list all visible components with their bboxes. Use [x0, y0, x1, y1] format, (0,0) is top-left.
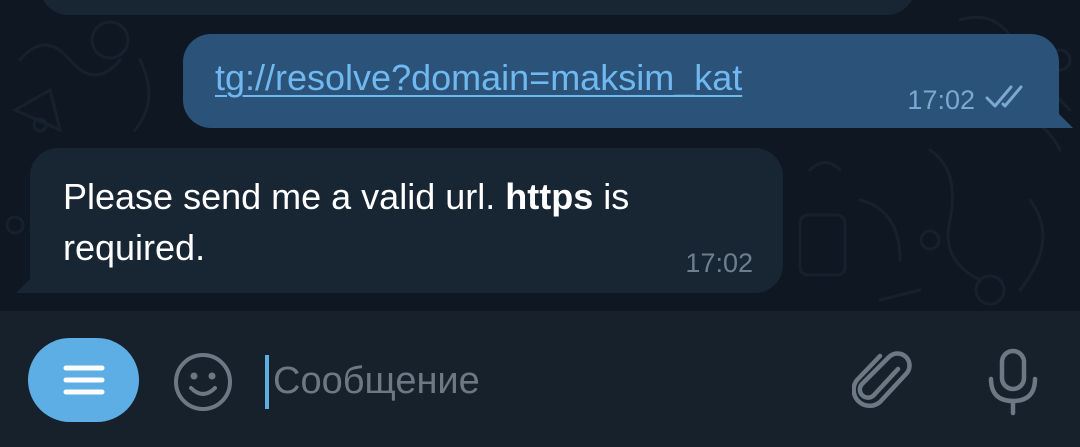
- outgoing-message-meta: 17:02: [907, 84, 1029, 117]
- text-cursor: [265, 355, 269, 409]
- message-text-bold: https: [505, 176, 594, 217]
- message-time: 17:02: [907, 85, 975, 115]
- microphone-icon: [988, 348, 1038, 416]
- message-composer: [0, 311, 1080, 447]
- microphone-button[interactable]: [982, 347, 1044, 417]
- emoji-button[interactable]: [172, 351, 234, 413]
- message-input[interactable]: [273, 353, 813, 409]
- previous-message-bubble: [40, 0, 915, 15]
- message-text-part: Please send me a valid url.: [63, 176, 506, 217]
- paperclip-icon: [851, 351, 912, 409]
- message-link[interactable]: tg://resolve?domain=maksim_kat: [215, 57, 742, 99]
- double-check-icon: [985, 84, 1029, 117]
- incoming-message-bubble[interactable]: Please send me a valid url. https is req…: [16, 148, 783, 293]
- chat-area[interactable]: tg://resolve?domain=maksim_kat 17:02 Ple…: [0, 0, 1080, 311]
- emoji-icon: [174, 353, 232, 411]
- message-time: 17:02: [685, 248, 753, 278]
- message-input-wrapper[interactable]: [265, 353, 825, 409]
- attach-button[interactable]: [851, 349, 914, 415]
- menu-icon: [63, 365, 104, 395]
- incoming-message-text: Please send me a valid url. https is req…: [63, 171, 763, 273]
- outgoing-message-bubble[interactable]: tg://resolve?domain=maksim_kat 17:02: [183, 34, 1073, 128]
- menu-button[interactable]: [28, 338, 139, 422]
